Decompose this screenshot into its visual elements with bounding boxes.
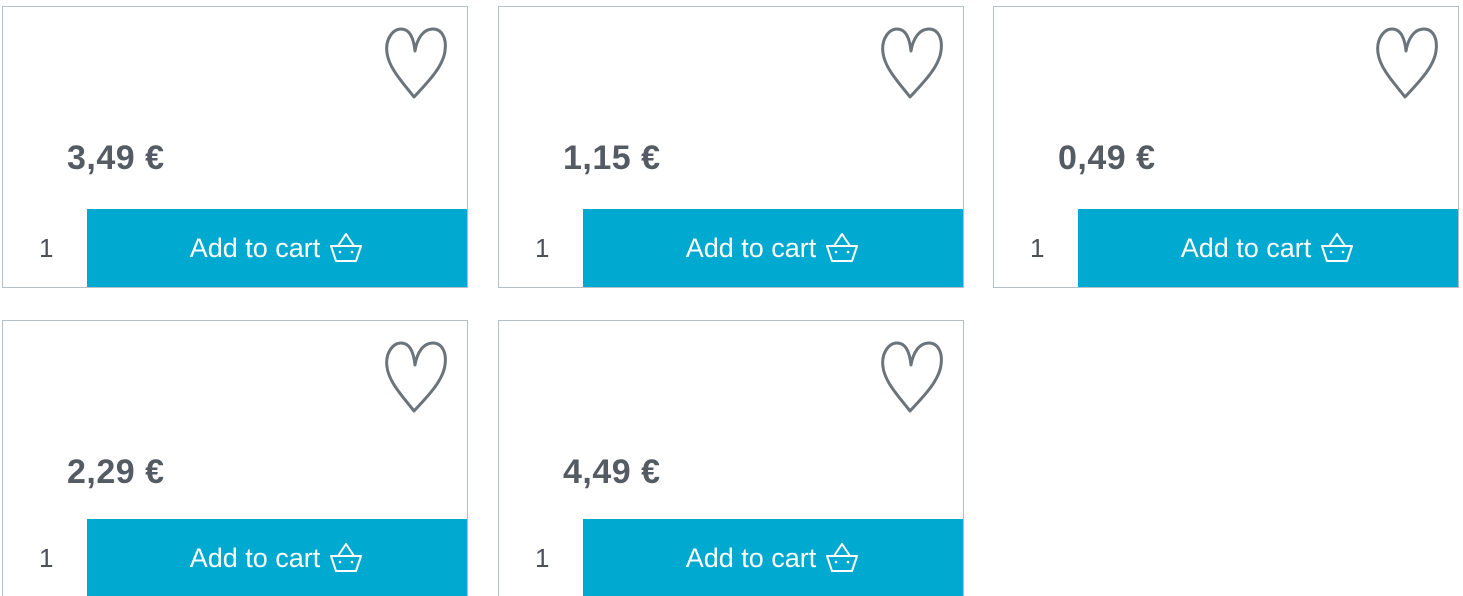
favorite-button[interactable] xyxy=(1374,25,1440,103)
product-card: 1,15 € Add to cart xyxy=(498,6,964,288)
product-card: 4,49 € Add to cart xyxy=(498,320,964,596)
favorite-button[interactable] xyxy=(383,25,449,103)
buy-row: Add to cart xyxy=(499,209,963,287)
heart-outline-icon xyxy=(383,25,449,103)
basket-icon xyxy=(1319,231,1355,265)
heart-outline-icon xyxy=(879,25,945,103)
quantity-input[interactable] xyxy=(994,209,1078,287)
buy-row: Add to cart xyxy=(994,209,1458,287)
add-to-cart-label: Add to cart xyxy=(1180,232,1312,263)
product-card: 0,49 € Add to cart xyxy=(993,6,1459,288)
basket-icon xyxy=(328,541,364,575)
quantity-input[interactable] xyxy=(499,519,583,596)
add-to-cart-label: Add to cart xyxy=(189,232,321,263)
product-card: 2,29 € Add to cart xyxy=(2,320,468,596)
heart-outline-icon xyxy=(1374,25,1440,103)
add-to-cart-label: Add to cart xyxy=(189,542,321,573)
buy-row: Add to cart xyxy=(499,519,963,596)
heart-outline-icon xyxy=(383,339,449,417)
favorite-button[interactable] xyxy=(879,339,945,417)
product-price: 4,49 € xyxy=(563,453,661,491)
product-grid: 3,49 € Add to cart 1,15 € Add to cart xyxy=(0,0,1463,596)
buy-row: Add to cart xyxy=(3,519,467,596)
buy-row: Add to cart xyxy=(3,209,467,287)
heart-outline-icon xyxy=(879,339,945,417)
quantity-input[interactable] xyxy=(3,519,87,596)
product-price: 2,29 € xyxy=(67,453,165,491)
basket-icon xyxy=(824,231,860,265)
favorite-button[interactable] xyxy=(383,339,449,417)
add-to-cart-label: Add to cart xyxy=(685,232,817,263)
add-to-cart-button[interactable]: Add to cart xyxy=(583,519,963,596)
product-price: 1,15 € xyxy=(563,139,661,177)
product-card: 3,49 € Add to cart xyxy=(2,6,468,288)
add-to-cart-button[interactable]: Add to cart xyxy=(583,209,963,287)
favorite-button[interactable] xyxy=(879,25,945,103)
quantity-input[interactable] xyxy=(499,209,583,287)
add-to-cart-button[interactable]: Add to cart xyxy=(87,209,467,287)
basket-icon xyxy=(328,231,364,265)
add-to-cart-label: Add to cart xyxy=(685,542,817,573)
product-price: 3,49 € xyxy=(67,139,165,177)
basket-icon xyxy=(824,541,860,575)
quantity-input[interactable] xyxy=(3,209,87,287)
product-price: 0,49 € xyxy=(1058,139,1156,177)
add-to-cart-button[interactable]: Add to cart xyxy=(1078,209,1458,287)
add-to-cart-button[interactable]: Add to cart xyxy=(87,519,467,596)
